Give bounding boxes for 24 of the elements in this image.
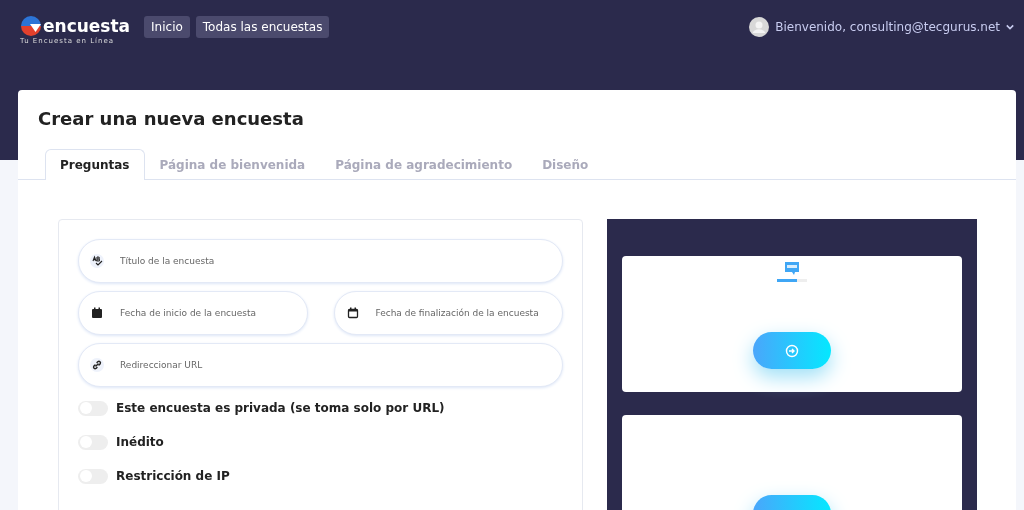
text-field[interactable]: Fecha de inicio de la encuesta [78,291,308,335]
caret-icon[interactable] [1006,24,1014,30]
brand-name: encuesta [43,16,131,36]
text-field[interactable]: Título de la encuesta [78,239,563,283]
nav-button[interactable]: Todas las encuestas [195,16,330,38]
progress-bar [777,279,807,282]
nav-button[interactable]: Inicio [144,16,190,38]
calendar-icon [345,306,360,320]
percent-badge-icon [784,261,800,277]
text-field[interactable]: Redireccionar URL [78,343,563,387]
page-title: Crear una nueva encuesta [37,107,305,131]
avatar-icon [749,17,770,37]
toggle-label: Este encuesta es privada (se toma solo por URL) [116,401,445,415]
spellcheck-icon [90,254,104,268]
logo-icon [20,15,42,37]
link-icon [90,358,104,372]
text-field[interactable]: Fecha de finalización de la encuesta [333,291,563,335]
calendar-icon [90,306,104,320]
user-menu[interactable]: Bienvenido, consulting@tecgurus.net [775,20,1000,34]
arrow-circle-icon [785,343,799,358]
toggle-label: Inédito [116,435,164,449]
next-button[interactable] [753,332,831,369]
toggle-label: Restricción de IP [116,469,230,483]
tab[interactable]: Preguntas [45,149,145,180]
